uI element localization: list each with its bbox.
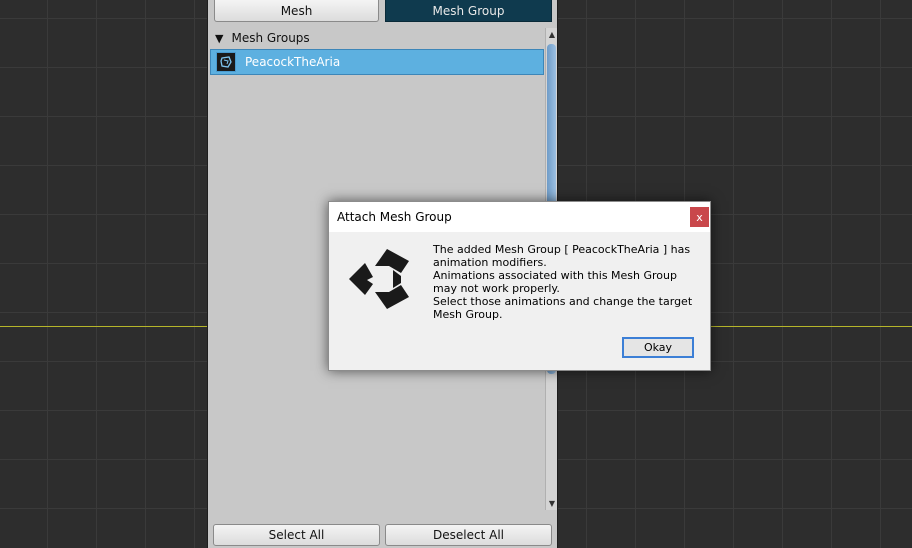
mesh-group-icon — [216, 52, 236, 72]
scroll-up-arrow-icon[interactable]: ▲ — [546, 30, 558, 39]
unity-logo-icon — [349, 249, 409, 309]
deselect-all-button[interactable]: Deselect All — [385, 524, 552, 546]
message-line: Animations associated with this Mesh Gro… — [433, 269, 677, 295]
list-header-label: Mesh Groups — [231, 31, 310, 45]
dialog-title-bar[interactable]: Attach Mesh Group x — [329, 202, 710, 232]
tab-mesh[interactable]: Mesh — [214, 0, 379, 22]
okay-button[interactable]: Okay — [622, 337, 694, 358]
list-header[interactable]: ▼ Mesh Groups — [215, 31, 310, 45]
tab-mesh-group[interactable]: Mesh Group — [385, 0, 552, 22]
message-line: The added Mesh Group [ PeacockTheAria ] … — [433, 243, 691, 269]
list-item-label: PeacockTheAria — [245, 55, 341, 69]
dialog-title: Attach Mesh Group — [337, 210, 452, 224]
close-button[interactable]: x — [690, 207, 709, 227]
message-line: Select those animations and change the t… — [433, 295, 693, 321]
collapse-triangle-icon[interactable]: ▼ — [215, 32, 223, 45]
select-all-button[interactable]: Select All — [213, 524, 380, 546]
list-item[interactable]: PeacockTheAria — [210, 49, 544, 75]
attach-mesh-group-dialog: Attach Mesh Group x The added Mesh Group… — [328, 201, 711, 371]
dialog-message: The added Mesh Group [ PeacockTheAria ] … — [433, 243, 703, 321]
scroll-down-arrow-icon[interactable]: ▼ — [546, 499, 558, 508]
